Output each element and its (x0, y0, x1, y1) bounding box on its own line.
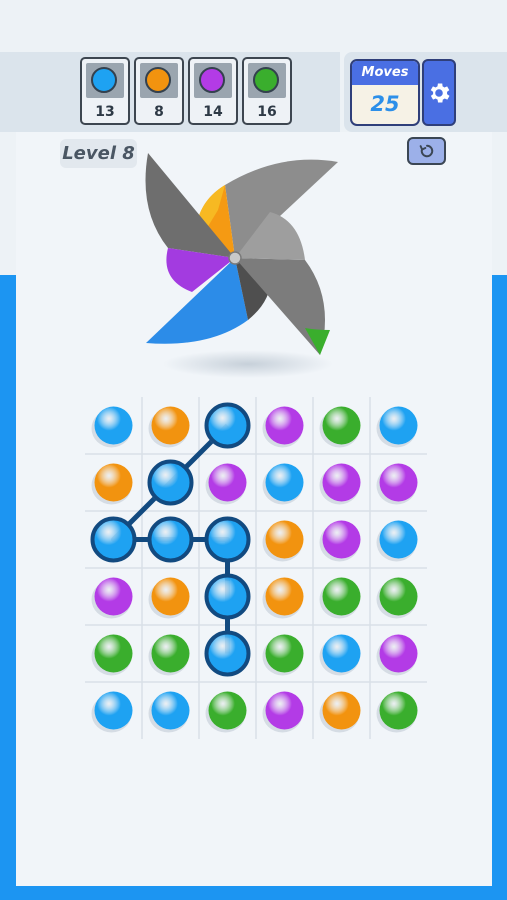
dot-green[interactable] (322, 406, 361, 445)
restart-icon (419, 144, 433, 158)
dot-orange[interactable] (94, 463, 133, 502)
dot-green[interactable] (322, 577, 361, 616)
restart-button[interactable] (407, 137, 446, 165)
dot-orange[interactable] (151, 406, 190, 445)
dot-grid[interactable] (85, 397, 427, 739)
dot-green[interactable] (265, 634, 304, 673)
selected-dot-blue[interactable] (204, 573, 251, 620)
dot-blue[interactable] (94, 406, 133, 445)
selected-dot-blue[interactable] (204, 630, 251, 677)
dot-green[interactable] (208, 691, 247, 730)
goal-dot-green (253, 67, 279, 93)
moves-value: 25 (370, 92, 400, 116)
dot-green[interactable] (379, 691, 418, 730)
dot-blue[interactable] (379, 406, 418, 445)
dot-purple[interactable] (208, 463, 247, 502)
dot-blue[interactable] (322, 634, 361, 673)
moves-counter: Moves 25 (350, 59, 420, 126)
goal-counter-purple: 14 (188, 57, 238, 125)
goal-count-green: 16 (257, 104, 277, 120)
selected-dot-blue[interactable] (204, 516, 251, 563)
goal-dot-orange (145, 67, 171, 93)
dot-purple[interactable] (94, 577, 133, 616)
selected-dot-blue[interactable] (204, 402, 251, 449)
dot-blue[interactable] (265, 463, 304, 502)
selected-dot-blue[interactable] (90, 516, 137, 563)
dot-orange[interactable] (265, 577, 304, 616)
level-label: Level 8 (60, 139, 137, 168)
selected-dot-blue[interactable] (147, 516, 194, 563)
dot-blue[interactable] (94, 691, 133, 730)
goal-counter-orange: 8 (134, 57, 184, 125)
dot-purple[interactable] (322, 520, 361, 559)
dot-purple[interactable] (379, 634, 418, 673)
goal-count-purple: 14 (203, 104, 223, 120)
moves-label: Moves (352, 61, 418, 85)
dot-purple[interactable] (265, 691, 304, 730)
dot-purple[interactable] (265, 406, 304, 445)
pinwheel-icon (145, 153, 338, 378)
dot-orange[interactable] (265, 520, 304, 559)
goal-count-orange: 8 (154, 104, 164, 120)
goal-counter-blue: 13 (80, 57, 130, 125)
goal-dot-blue (91, 67, 117, 93)
goal-counter-green: 16 (242, 57, 292, 125)
dot-green[interactable] (379, 577, 418, 616)
goal-dot-purple (199, 67, 225, 93)
settings-button[interactable] (422, 59, 456, 126)
dot-purple[interactable] (379, 463, 418, 502)
dot-blue[interactable] (379, 520, 418, 559)
selected-dot-blue[interactable] (147, 459, 194, 506)
gear-icon (430, 82, 450, 103)
dot-orange[interactable] (322, 691, 361, 730)
goal-count-blue: 13 (95, 104, 115, 120)
dot-green[interactable] (151, 634, 190, 673)
dot-green[interactable] (94, 634, 133, 673)
dot-purple[interactable] (322, 463, 361, 502)
dot-orange[interactable] (151, 577, 190, 616)
dot-blue[interactable] (151, 691, 190, 730)
